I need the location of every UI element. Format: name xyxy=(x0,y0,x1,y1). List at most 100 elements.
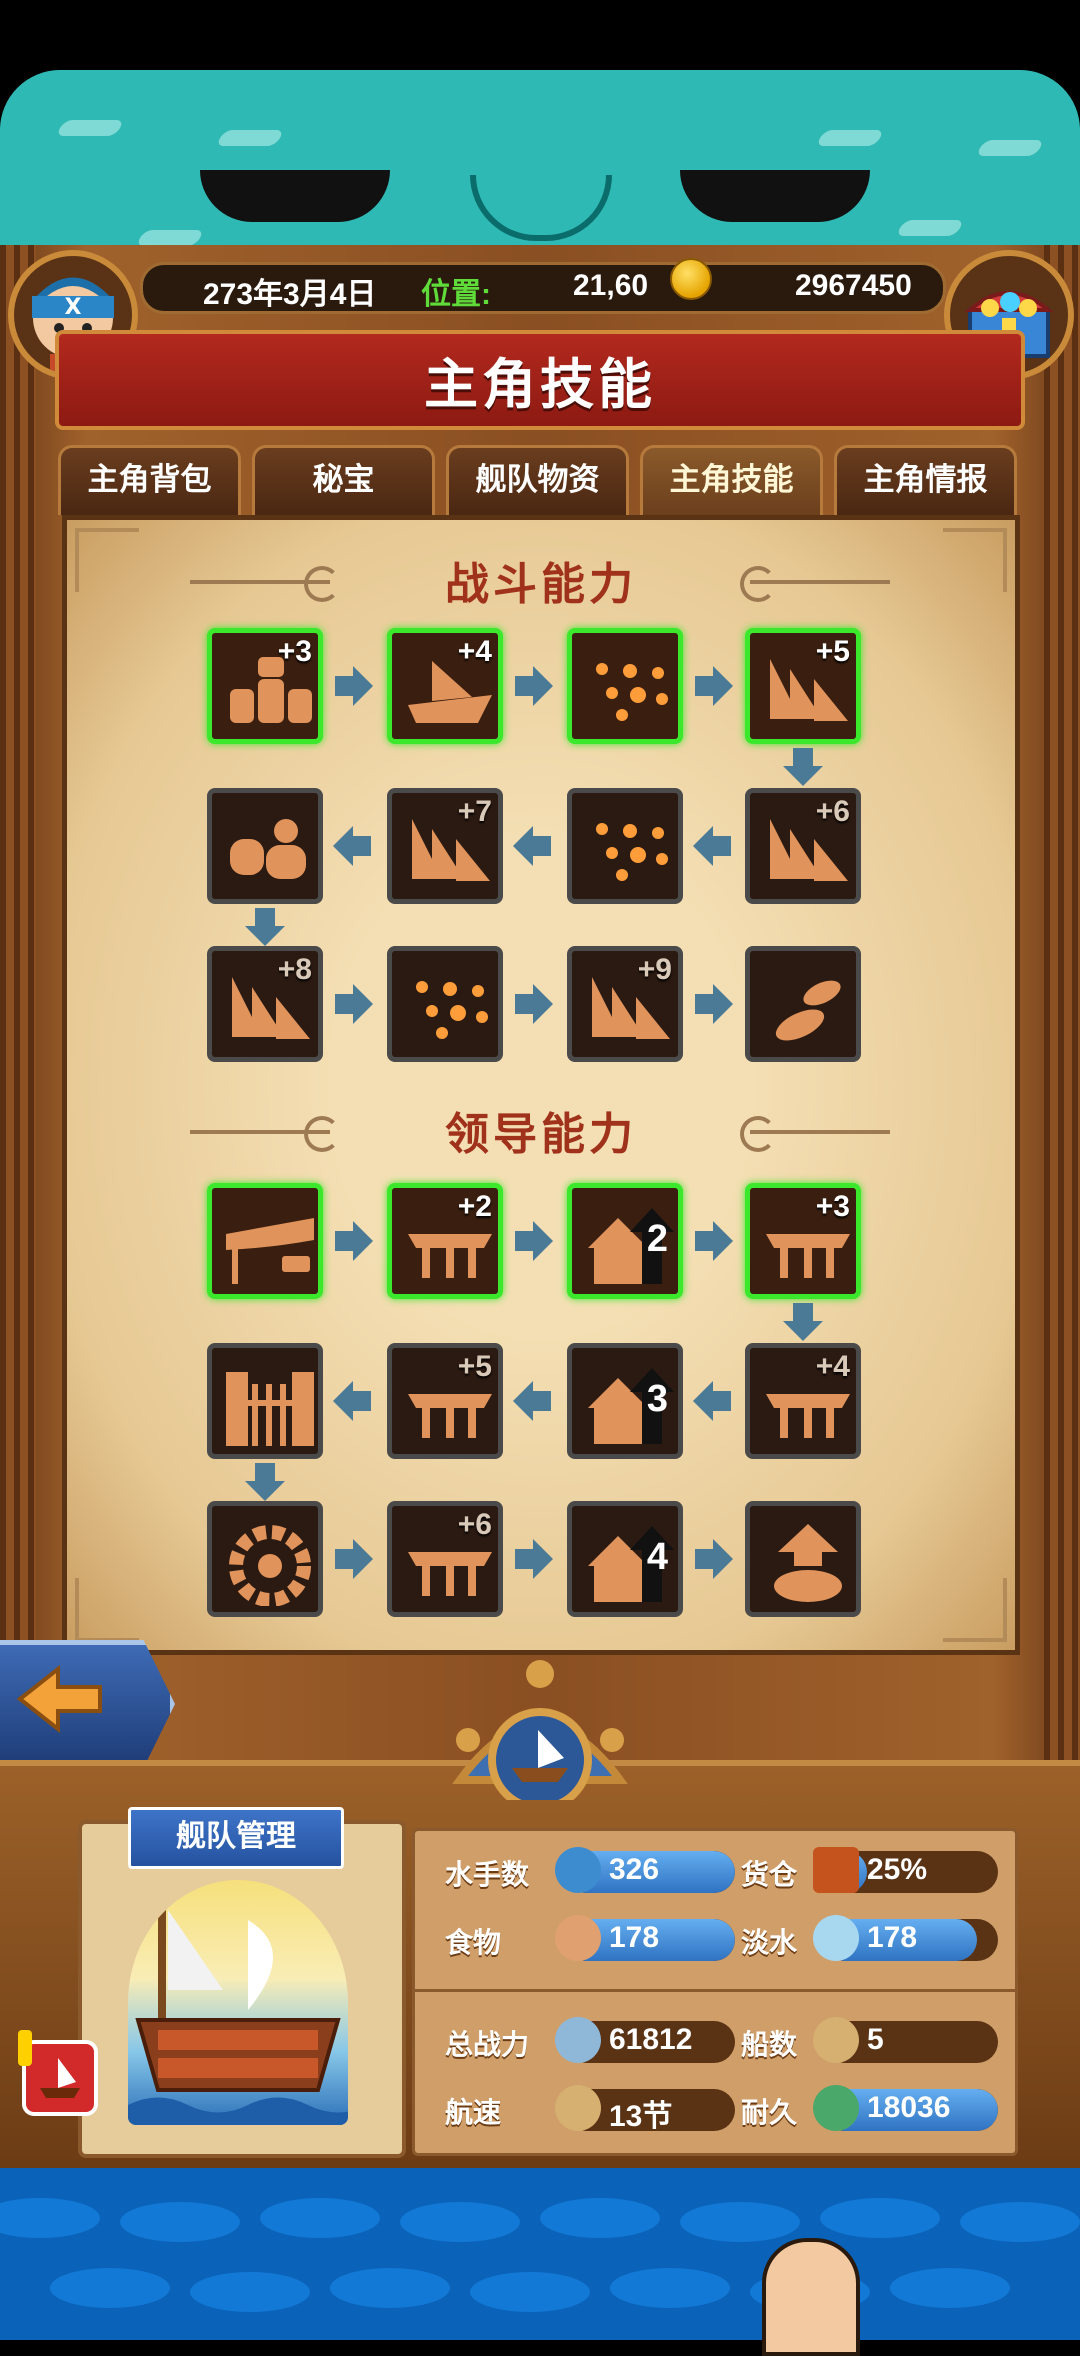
skill-dock-icon[interactable]: +4 xyxy=(745,1343,861,1459)
skill-formation-icon[interactable] xyxy=(567,788,683,904)
sailor-icon xyxy=(555,1847,601,1893)
back-button[interactable] xyxy=(0,1640,175,1768)
skill-level: +6 xyxy=(815,795,850,828)
fleet-stats: 水手数 326 货仓 25% 食物 178 淡水 178 总战力 61812 船… xyxy=(412,1828,1018,2156)
skill-barrels-icon[interactable]: +3 xyxy=(207,628,323,744)
cannonball-icon xyxy=(760,967,846,1045)
sailors-value: 326 xyxy=(609,1853,660,1886)
arrow-left-icon xyxy=(511,826,555,866)
tent-icon xyxy=(222,1204,314,1284)
skill-tent-icon[interactable] xyxy=(207,1183,323,1299)
skill-fleet-icon[interactable]: +7 xyxy=(387,788,503,904)
flourish-right xyxy=(740,566,890,602)
status-bar: 273年3月4日 位置: 21,60 2967450 xyxy=(140,262,946,314)
skill-cannonball-icon[interactable] xyxy=(745,946,861,1062)
skill-formation-icon[interactable] xyxy=(387,946,503,1062)
fleet-ship-image xyxy=(128,1880,348,2125)
arrow-right-icon xyxy=(511,984,555,1024)
skill-fence-icon[interactable] xyxy=(207,1343,323,1459)
tab-intel[interactable]: 主角情报 xyxy=(834,445,1017,515)
formation-icon xyxy=(582,809,668,887)
skill-fleet-icon[interactable]: +6 xyxy=(745,788,861,904)
flourish-right xyxy=(740,1116,890,1152)
skill-wheel-icon[interactable] xyxy=(207,1501,323,1617)
skill-house-upgrade-icon[interactable]: 3 xyxy=(567,1343,683,1459)
water-value: 178 xyxy=(867,1921,918,1954)
cargo-crate-icon xyxy=(813,1847,859,1893)
position-value: 21,60 xyxy=(573,269,649,302)
meat-icon xyxy=(555,1915,601,1961)
skill-formation-icon[interactable] xyxy=(567,628,683,744)
speed-label: 航速 xyxy=(445,2097,502,2128)
tab-treasure[interactable]: 秘宝 xyxy=(252,445,435,515)
tab-skills[interactable]: 主角技能 xyxy=(640,445,823,515)
skill-house-upgrade-icon[interactable]: 2 xyxy=(567,1183,683,1299)
arrow-right-icon xyxy=(331,984,375,1024)
skill-level: +9 xyxy=(637,953,672,986)
page-title: 主角技能 xyxy=(424,355,656,415)
arrow-right-icon xyxy=(511,1221,555,1261)
skill-fleet-icon[interactable]: +9 xyxy=(567,946,683,1062)
arrow-right-icon xyxy=(691,1539,735,1579)
arrow-right-icon xyxy=(691,984,735,1024)
skill-level: +7 xyxy=(457,795,492,828)
skill-dock-icon[interactable]: +5 xyxy=(387,1343,503,1459)
arrow-right-icon xyxy=(691,1221,735,1261)
arrow-down-icon xyxy=(243,906,287,946)
arrow-down-icon xyxy=(243,1461,287,1501)
ship-helm-icon[interactable] xyxy=(440,1650,640,1812)
skill-level: +8 xyxy=(277,953,312,986)
skill-coin-upgrade-icon[interactable] xyxy=(745,1501,861,1617)
power-label: 总战力 xyxy=(445,2029,530,2060)
skill-cannon-icon[interactable] xyxy=(207,788,323,904)
position-label: 位置: xyxy=(421,278,491,311)
water-label: 淡水 xyxy=(741,1927,798,1958)
skill-dock-icon[interactable]: +6 xyxy=(387,1501,503,1617)
skill-ship-icon[interactable]: +4 xyxy=(387,628,503,744)
power-value: 61812 xyxy=(609,2023,693,2056)
skill-fleet-icon[interactable]: +8 xyxy=(207,946,323,1062)
character-head xyxy=(762,2238,860,2356)
skill-dock-icon[interactable]: +3 xyxy=(745,1183,861,1299)
swords-icon xyxy=(555,2017,601,2063)
formation-icon xyxy=(582,649,668,727)
arrow-left-icon xyxy=(691,826,735,866)
tab-fleet-supplies[interactable]: 舰队物资 xyxy=(446,445,629,515)
arrow-right-icon xyxy=(511,1539,555,1579)
arrow-right-icon xyxy=(511,666,555,706)
skill-dock-icon[interactable]: +2 xyxy=(387,1183,503,1299)
arrow-down-icon xyxy=(781,1301,825,1341)
tab-bag[interactable]: 主角背包 xyxy=(58,445,241,515)
arrow-right-icon xyxy=(331,1539,375,1579)
monster-header-art xyxy=(0,70,1080,250)
skill-house-upgrade-icon[interactable]: 4 xyxy=(567,1501,683,1617)
flourish-left xyxy=(190,1116,340,1152)
arrow-left-icon xyxy=(331,826,375,866)
skill-level: +3 xyxy=(815,1190,850,1223)
alert-badge-icon[interactable] xyxy=(22,2040,98,2116)
skill-level: 4 xyxy=(646,1536,668,1578)
water-jug-icon xyxy=(813,1915,859,1961)
ships-value: 5 xyxy=(867,2023,884,2056)
flourish-left xyxy=(190,566,340,602)
arrow-right-icon xyxy=(331,666,375,706)
arrow-right-icon xyxy=(691,666,735,706)
skill-level: +5 xyxy=(815,635,850,668)
arrow-down-icon xyxy=(781,746,825,786)
gold-amount: 2967450 xyxy=(795,269,912,302)
ship-count-icon xyxy=(813,2017,859,2063)
skill-level: 3 xyxy=(646,1378,668,1420)
sailors-label: 水手数 xyxy=(445,1859,530,1890)
coin-upgrade-icon xyxy=(760,1522,846,1602)
hull-icon xyxy=(813,2085,859,2131)
skill-fleet-icon[interactable]: +5 xyxy=(745,628,861,744)
speed-value: 13节 xyxy=(609,2100,673,2131)
ships-label: 船数 xyxy=(741,2029,798,2060)
gold-coin-icon xyxy=(670,258,712,300)
skill-level: +4 xyxy=(815,1350,850,1383)
skill-level: +3 xyxy=(277,635,312,668)
formation-icon xyxy=(402,967,488,1045)
arrow-left-icon xyxy=(331,1381,375,1421)
fleet-management-button[interactable]: 舰队管理 xyxy=(128,1807,344,1869)
skill-level: +4 xyxy=(457,635,492,668)
